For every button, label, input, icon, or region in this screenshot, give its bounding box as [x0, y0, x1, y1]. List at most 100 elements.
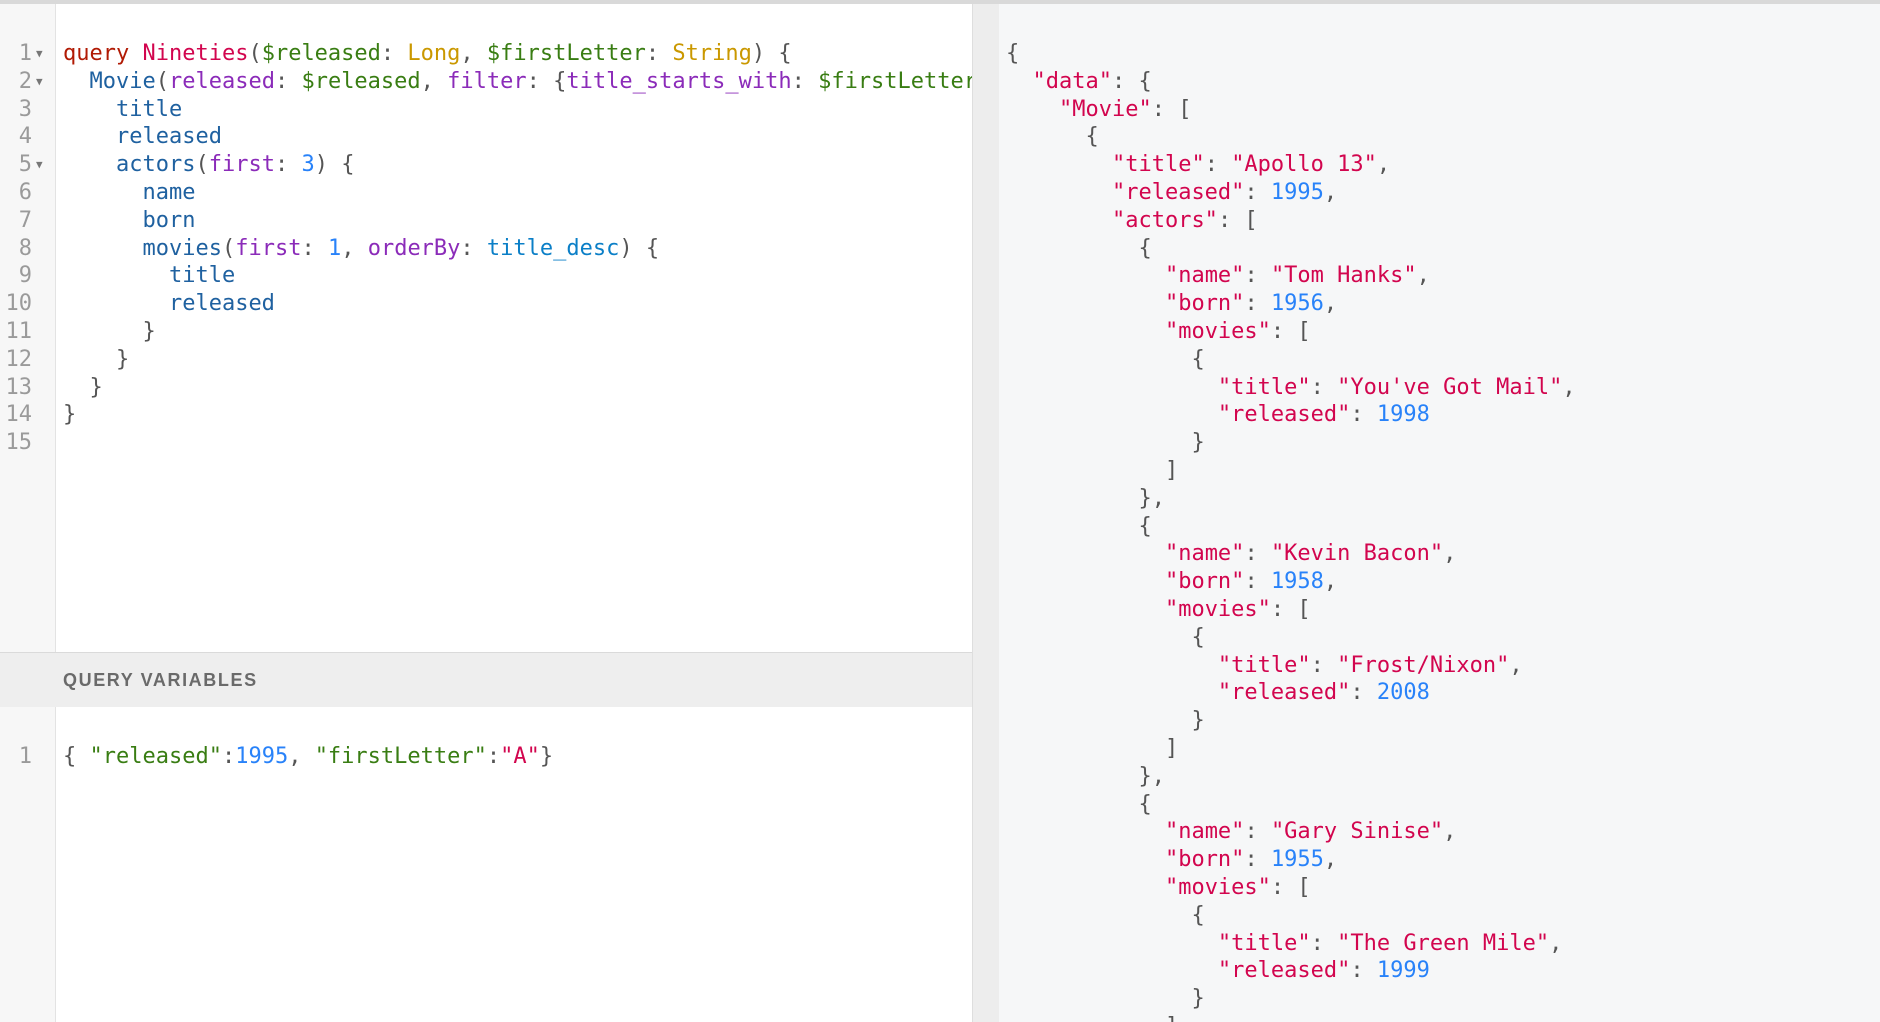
result-line: {: [999, 40, 1880, 68]
result-line-text: {: [1006, 346, 1205, 374]
punctuation: (: [155, 68, 169, 94]
result-line: "born": 1958,: [999, 568, 1880, 596]
result-line-text: "released": 1995,: [1006, 179, 1337, 207]
json-key: "Movie": [1058, 96, 1152, 122]
result-line-text: {: [1006, 902, 1204, 930]
result-line: "actors": [: [999, 207, 1880, 235]
pane-divider[interactable]: ▼▼▼▼▼▼▼▼▼▼▼: [972, 4, 1000, 1022]
field: released: [168, 291, 275, 317]
json-punctuation: {: [1138, 791, 1152, 817]
fold-arrow-icon[interactable]: ▼: [36, 151, 43, 179]
json-key: "movies": [1164, 874, 1271, 900]
result-line-text: "actors": [: [1006, 207, 1258, 235]
field: movies: [142, 235, 222, 261]
result-line-text: }: [1006, 429, 1204, 457]
code-line: 1 ▼ query Nineties($released: Long, $fir…: [0, 40, 972, 68]
json-punctuation: {: [1085, 124, 1099, 150]
result-line-text: }: [1006, 985, 1204, 1013]
fold-arrow-icon[interactable]: ▼: [36, 40, 43, 68]
result-line-text: "released": 1999: [1006, 957, 1430, 985]
result-line: {: [999, 513, 1880, 541]
number: 3: [301, 152, 315, 178]
json-key: "title": [1217, 652, 1311, 678]
result-line: "title": "The Green Mile",: [999, 930, 1880, 958]
punctuation: }: [539, 744, 554, 769]
json-punctuation: : [: [1270, 596, 1311, 622]
punctuation: (: [248, 41, 262, 66]
variable-value: "A": [500, 744, 540, 769]
code-line: 2 ▼ Movie(released: $released, filter: {…: [0, 68, 972, 96]
result-line: ]: [999, 457, 1880, 485]
result-line: "released": 2008: [999, 679, 1880, 707]
line-number: 12: [5, 346, 33, 372]
result-line-text: "born": 1956,: [1006, 290, 1337, 318]
json-string: "Frost/Nixon": [1337, 652, 1510, 678]
line-number: 2: [18, 68, 32, 94]
json-number: 1998: [1376, 402, 1430, 428]
punctuation: }: [89, 374, 103, 400]
json-string: "Apollo 13": [1231, 152, 1377, 178]
query-variables-editor[interactable]: 1 { "released":1995, "firstLetter":"A"}: [0, 707, 972, 1022]
line-number: 14: [5, 402, 33, 428]
query-variables-header[interactable]: QUERY VARIABLES: [0, 652, 972, 708]
result-code: { "data": { "Movie": [ { "title": "Apoll…: [999, 40, 1880, 1022]
result-line-text: "movies": [: [1006, 318, 1311, 346]
result-line-text: "title": "The Green Mile",: [1006, 930, 1562, 958]
result-line: "title": "Frost/Nixon",: [999, 652, 1880, 680]
result-line: "data": {: [999, 68, 1880, 96]
result-line-text: "Movie": [: [1006, 96, 1191, 124]
result-line: {: [999, 235, 1880, 263]
json-punctuation: :: [1310, 374, 1338, 400]
punctuation: }: [63, 402, 77, 428]
json-punctuation: ,: [1323, 179, 1338, 205]
json-punctuation: ,: [1443, 819, 1457, 845]
punctuation: ,: [341, 235, 368, 261]
result-line-text: }: [1006, 707, 1204, 735]
result-line-text: "data": {: [1006, 68, 1152, 96]
json-key: "title": [1217, 374, 1311, 400]
json-punctuation: : [: [1217, 207, 1258, 233]
code-line: 7 born: [0, 207, 972, 235]
json-punctuation: :: [1244, 291, 1271, 317]
json-punctuation: {: [1191, 346, 1205, 372]
json-punctuation: ,: [1562, 374, 1576, 400]
variable-key: "firstLetter": [314, 744, 487, 769]
code-line: 6 name: [0, 179, 972, 207]
type-name: Long: [407, 41, 461, 66]
query-editor[interactable]: 1 ▼ query Nineties($released: Long, $fir…: [0, 4, 972, 652]
json-number: 1955: [1270, 847, 1324, 873]
result-line: "born": 1956,: [999, 290, 1880, 318]
fold-arrow-icon[interactable]: ▼: [36, 68, 43, 96]
punctuation: }: [115, 346, 130, 372]
json-punctuation: :: [1244, 541, 1271, 567]
result-line: "name": "Gary Sinise",: [999, 818, 1880, 846]
json-punctuation: },: [1138, 485, 1165, 511]
code-line: 8 movies(first: 1, orderBy: title_desc) …: [0, 235, 972, 263]
json-punctuation: :: [1244, 819, 1271, 845]
json-key: "released": [1217, 402, 1351, 428]
json-number: 1995: [1270, 179, 1324, 205]
result-line: {: [999, 624, 1880, 652]
variable-key: "released": [89, 744, 222, 769]
json-key: "name": [1164, 819, 1245, 845]
argument: released: [168, 68, 275, 94]
json-punctuation: ,: [1549, 930, 1563, 956]
result-viewer[interactable]: { "data": { "Movie": [ { "title": "Apoll…: [999, 4, 1880, 1022]
punctuation: :: [460, 235, 487, 261]
json-punctuation: ]: [1165, 1014, 1178, 1022]
result-line-text: ]: [1006, 735, 1178, 763]
variable: $released: [301, 68, 421, 94]
punctuation: ) {: [619, 235, 660, 261]
json-punctuation: : [: [1151, 96, 1192, 122]
punctuation: (: [221, 235, 236, 261]
result-line-text: ]: [1006, 457, 1178, 485]
line-number: 3: [18, 96, 32, 122]
variable-value: 1995: [235, 744, 289, 769]
json-punctuation: :: [1350, 958, 1377, 984]
json-punctuation: ,: [1416, 263, 1430, 289]
json-punctuation: :: [1350, 402, 1377, 428]
result-line-text: {: [1006, 40, 1019, 68]
json-key: "title": [1111, 152, 1205, 178]
punctuation: ,: [288, 744, 315, 769]
query-code[interactable]: 1 ▼ query Nineties($released: Long, $fir…: [0, 40, 973, 457]
